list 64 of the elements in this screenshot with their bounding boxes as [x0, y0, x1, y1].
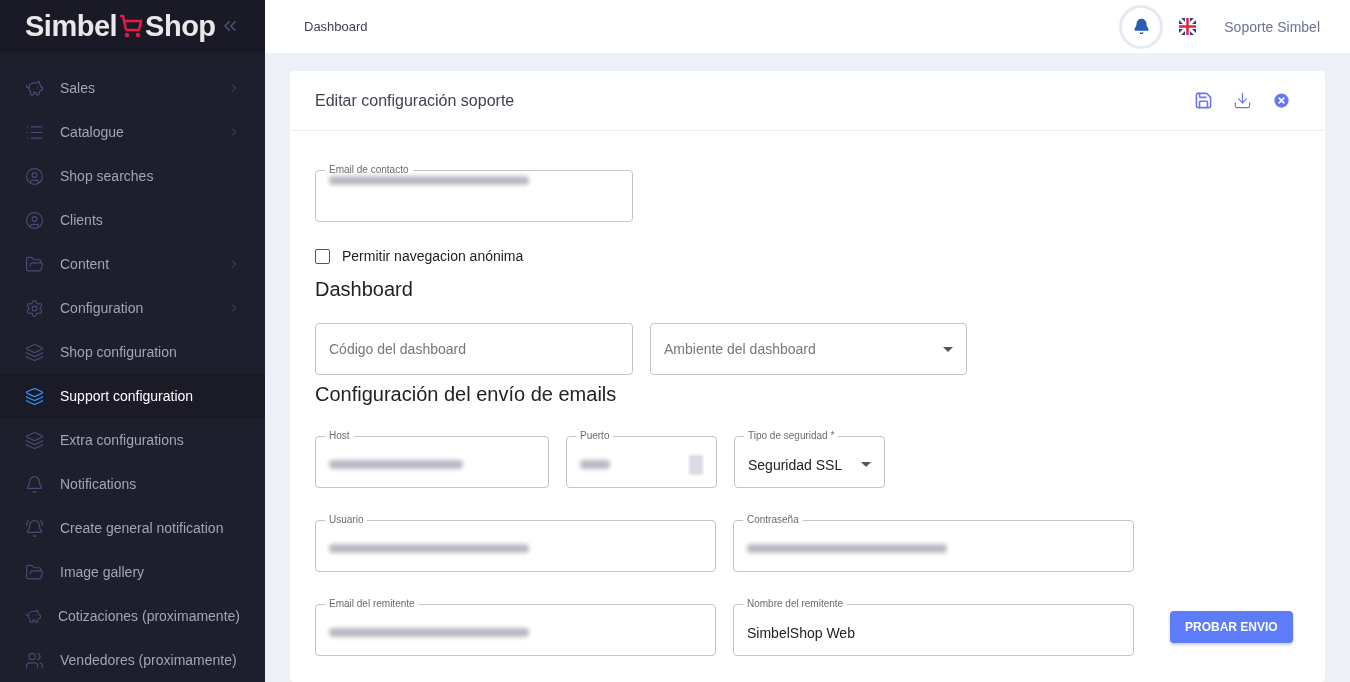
bell-icon	[25, 518, 44, 538]
sidebar-item[interactable]: Shop configuration	[0, 330, 265, 374]
notification-button[interactable]	[1119, 4, 1164, 49]
person-circle-icon	[25, 166, 44, 186]
checkbox[interactable]	[315, 248, 330, 264]
dropdown-caret-icon	[861, 462, 871, 467]
sidebar-item[interactable]: Notifications	[0, 462, 265, 506]
section-heading: Dashboard	[315, 278, 414, 301]
field-label: Email del remitente	[328, 598, 416, 610]
section-heading: Configuración del envío de emails	[315, 383, 618, 406]
users-icon	[25, 650, 44, 670]
sidebar-item[interactable]: Vendedores (proximamente)	[0, 638, 265, 682]
select-field[interactable]: Tipo de seguridad * Seguridad SSL	[734, 430, 885, 488]
bell-icon	[25, 474, 44, 494]
layers-icon	[25, 342, 44, 362]
flag-icon[interactable]	[1179, 18, 1197, 35]
save-icon[interactable]	[1194, 91, 1213, 110]
sidebar-item[interactable]: Cotizaciones (proximamente)	[0, 594, 265, 638]
input-field[interactable]: Host	[315, 430, 549, 488]
piggy-bank-icon	[25, 78, 44, 98]
checkbox-label: Permitir navegacion anónima	[342, 248, 524, 264]
card-title: Editar configuración soporte	[315, 91, 516, 110]
field-label: Nombre del remitente	[746, 598, 845, 610]
user-name[interactable]: Soporte Simbel	[1224, 18, 1320, 35]
field-label: Tipo de seguridad *	[747, 430, 836, 442]
sidebar-item[interactable]: Extra configurations	[0, 418, 265, 462]
sidebar-item[interactable]: Image gallery	[0, 550, 265, 594]
field-label: Puerto	[579, 430, 611, 442]
input-field[interactable]: Nombre del remitente SimbelShop Web	[733, 598, 1134, 656]
input-field[interactable]: Email del remitente	[315, 598, 716, 656]
test-send-button[interactable]: PROBAR ENVIO	[1170, 611, 1293, 643]
field-label: Contraseña	[746, 514, 800, 526]
sidebar-item[interactable]: Create general notification	[0, 506, 265, 550]
sidebar-item[interactable]: Support configuration	[0, 374, 265, 418]
settings-icon	[25, 298, 44, 318]
field-label: Email de contacto	[328, 164, 410, 176]
field-label: Host	[328, 430, 351, 442]
dropdown-caret-icon	[943, 346, 953, 352]
download-icon[interactable]	[1233, 91, 1252, 110]
layers-icon	[25, 430, 44, 450]
field-label: Usuario	[328, 514, 365, 526]
number-field[interactable]: Puerto	[566, 430, 717, 488]
person-circle-icon	[25, 210, 44, 230]
sidebar-item[interactable]: Sales	[0, 66, 265, 110]
input-field[interactable]: Contraseña	[733, 514, 1134, 572]
sidebar-item[interactable]: Clients	[0, 198, 265, 242]
folder-icon	[25, 562, 44, 582]
folder-icon	[25, 254, 44, 274]
input-field[interactable]: Usuario	[315, 514, 716, 572]
checkbox-row[interactable]: Permitir navegacion anónima	[315, 248, 1300, 264]
sidebar-item[interactable]: Shop searches	[0, 154, 265, 198]
logo-text: Shop	[145, 9, 216, 43]
input-field[interactable]: Email de contacto	[315, 164, 633, 222]
logo-text: Simbel	[25, 9, 118, 43]
sidebar-item[interactable]: Content	[0, 242, 265, 286]
input-field[interactable]: Código del dashboard	[315, 323, 633, 375]
cart-icon	[119, 14, 144, 38]
bell-icon	[1132, 18, 1150, 35]
sidebar-item[interactable]: Catalogue	[0, 110, 265, 154]
breadcrumb[interactable]: Dashboard	[304, 19, 1104, 34]
close-icon[interactable]	[1272, 91, 1291, 110]
layers-icon	[25, 386, 44, 406]
select-field[interactable]: Ambiente del dashboard	[650, 323, 967, 375]
sidebar-item[interactable]: Configuration	[0, 286, 265, 330]
